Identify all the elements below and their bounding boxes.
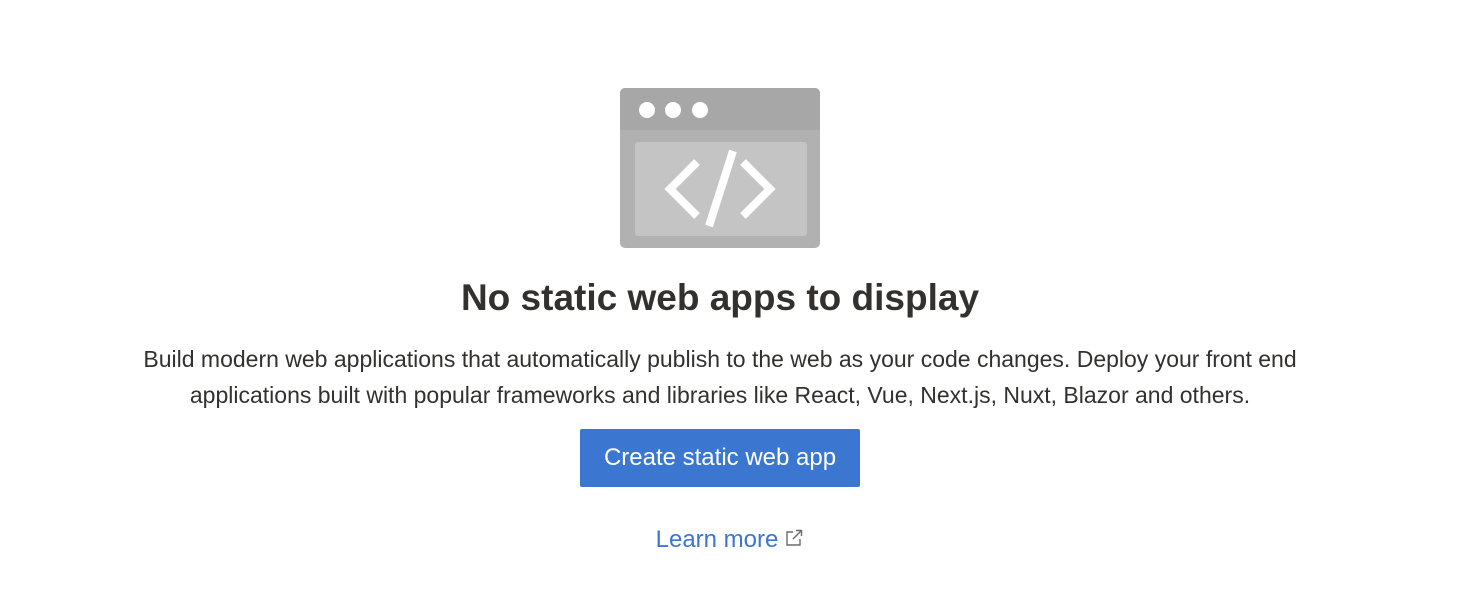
empty-state-title: No static web apps to display <box>460 277 980 318</box>
empty-state-description: Build modern web applications that autom… <box>50 341 1390 413</box>
external-link-icon <box>786 529 803 546</box>
create-static-web-app-button[interactable]: Create static web app <box>580 429 860 487</box>
empty-state: No static web apps to display Build mode… <box>0 0 1467 609</box>
learn-more-label: Learn more <box>655 526 779 553</box>
description-line-1: Build modern web applications that autom… <box>143 346 1297 372</box>
browser-window-code-icon <box>620 88 820 248</box>
description-line-2: applications built with popular framewor… <box>189 382 1251 408</box>
learn-more-link[interactable]: Learn more <box>620 522 840 558</box>
